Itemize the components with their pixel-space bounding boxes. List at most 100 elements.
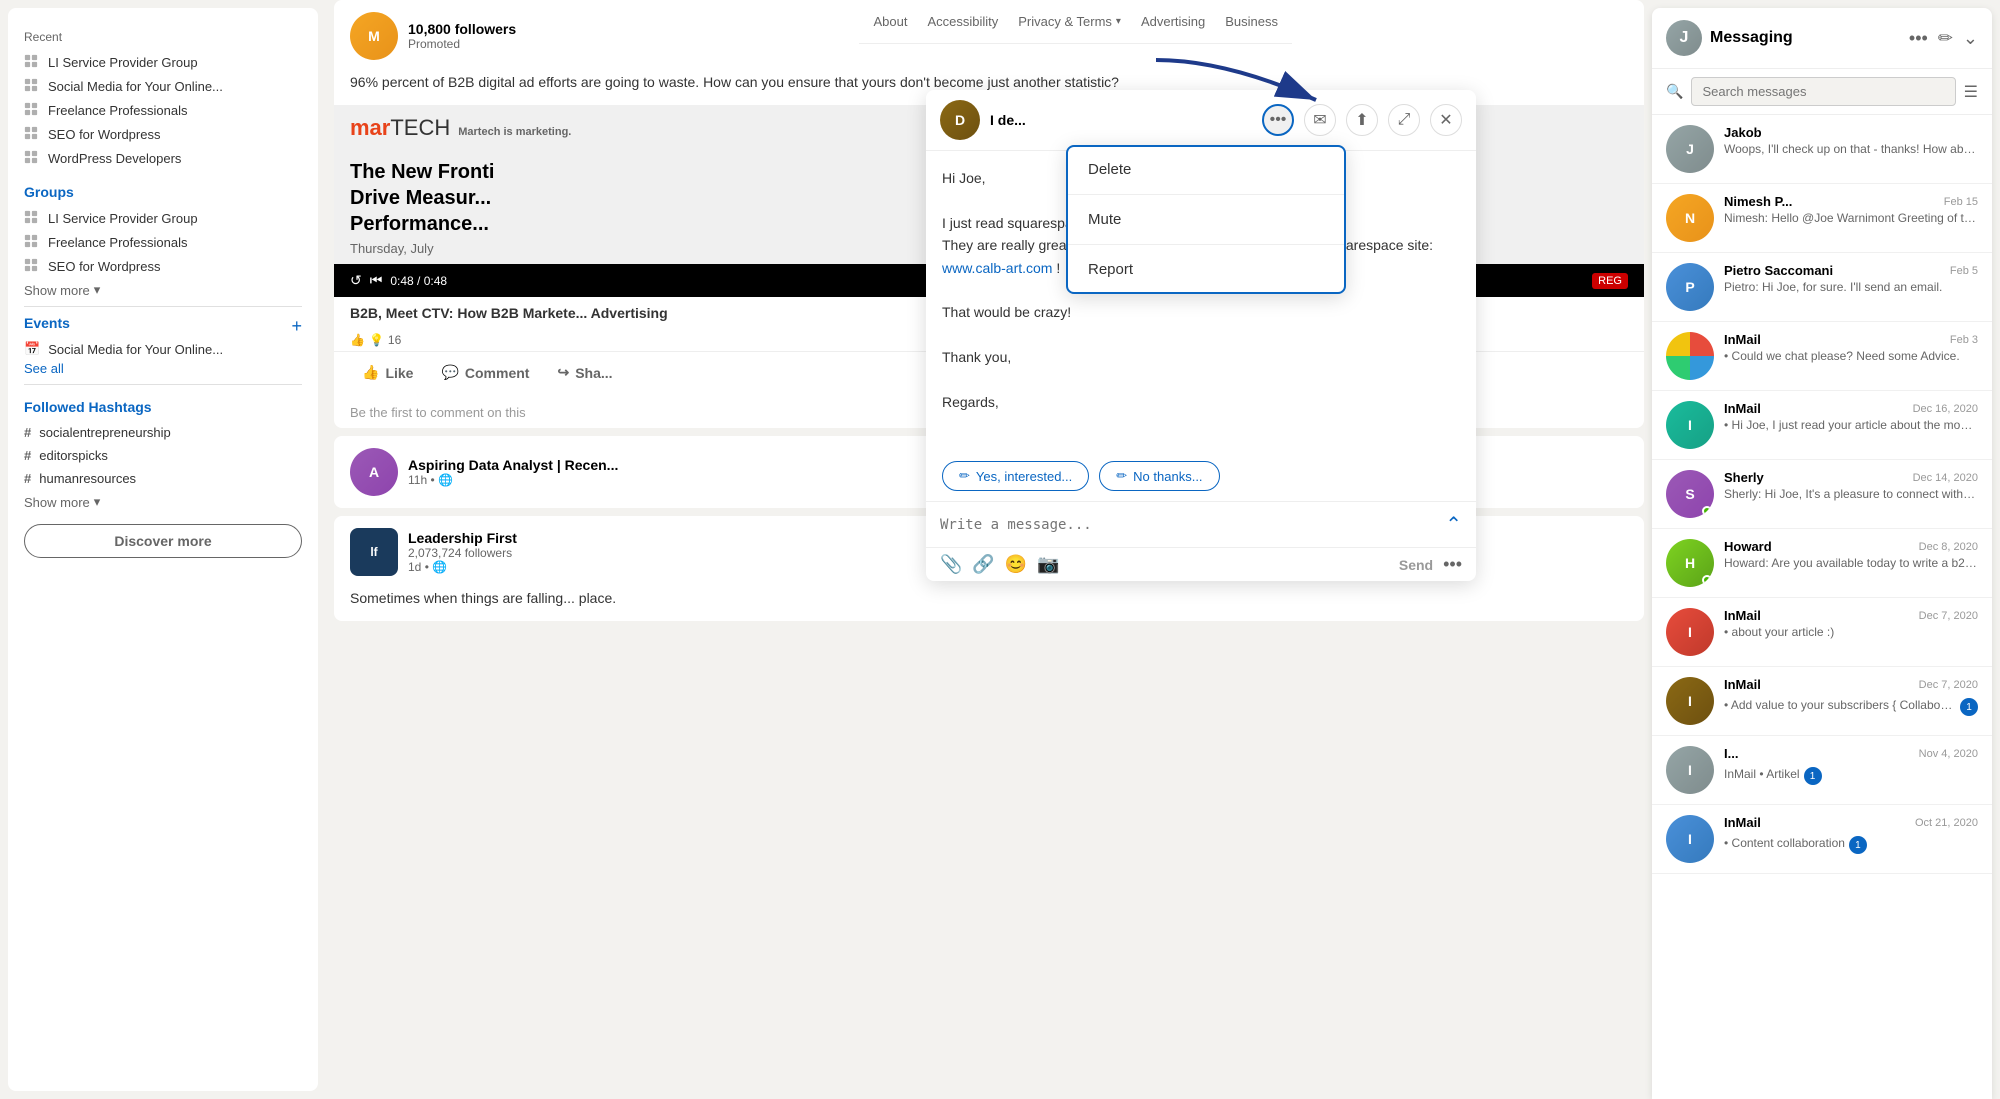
group-item-seo-wordpress-g[interactable]: SEO for Wordpress xyxy=(24,254,302,278)
edit-icon-yes: ✏ xyxy=(959,468,970,484)
groups-label[interactable]: Groups xyxy=(24,184,302,200)
comment-button[interactable]: 💬 Comment xyxy=(429,356,541,389)
recent-item-li-service-provider[interactable]: LI Service Provider Group xyxy=(24,50,302,74)
report-menu-item[interactable]: Report xyxy=(1068,247,1344,292)
message-list-item-inmail-oct21[interactable]: I InMail Oct 21, 2020 • Content collabor… xyxy=(1652,805,1992,874)
event-item-social-media-event[interactable]: 📅Social Media for Your Online... xyxy=(24,337,302,361)
recent-item-seo-wordpress[interactable]: SEO for Wordpress xyxy=(24,122,302,146)
recent-item-freelance-professionals[interactable]: Freelance Professionals xyxy=(24,98,302,122)
msg-preview-sherly: Sherly: Hi Joe, It's a pleasure to conne… xyxy=(1724,487,1978,501)
msg-date-sherly: Dec 14, 2020 xyxy=(1913,472,1978,484)
message-link[interactable]: www.calb-art.com xyxy=(942,260,1052,276)
messaging-more-icon[interactable]: ••• xyxy=(1909,28,1928,49)
prev-icon[interactable]: ⏮ xyxy=(370,272,383,289)
discover-more-button[interactable]: Discover more xyxy=(24,524,302,558)
msg-name-row-pietro: Pietro Saccomani Feb 5 xyxy=(1724,263,1978,278)
msg-content-howard: Howard Dec 8, 2020 Howard: Are you avail… xyxy=(1724,539,1978,587)
mute-menu-item[interactable]: Mute xyxy=(1068,197,1344,242)
comment-icon: 💬 xyxy=(441,364,458,381)
no-thanks-button[interactable]: ✏ No thanks... xyxy=(1099,461,1219,491)
msg-name-row-howard: Howard Dec 8, 2020 xyxy=(1724,539,1978,554)
expand-input-icon[interactable]: ⌃ xyxy=(1445,512,1462,537)
privacy-dropdown-arrow: ▾ xyxy=(1116,16,1121,27)
message-list-item-inmail-dec7-1[interactable]: I InMail Dec 7, 2020 • about your articl… xyxy=(1652,598,1992,667)
hashtag-item-socialentrepreneurship[interactable]: #socialentrepreneurship xyxy=(24,421,302,444)
hashtag-items: #socialentrepreneurship#editorspicks#hum… xyxy=(24,421,302,490)
expand-icon-button[interactable]: ⤢ xyxy=(1388,104,1420,136)
message-list-item-jakob[interactable]: J Jakob Woops, I'll check up on that - t… xyxy=(1652,115,1992,184)
msg-name-inmail-dec7-2: InMail xyxy=(1724,677,1761,692)
message-footer: 📎 🔗 😊 📷 Send ••• xyxy=(926,547,1476,581)
events-label[interactable]: Events xyxy=(24,315,70,331)
hashtag-item-humanresources[interactable]: #humanresources xyxy=(24,467,302,490)
event-items: 📅Social Media for Your Online... xyxy=(24,337,302,361)
filter-icon[interactable]: ☰ xyxy=(1964,82,1978,102)
like-button[interactable]: 👍 Like xyxy=(350,356,425,389)
online-indicator xyxy=(1702,506,1712,516)
attachment-icon[interactable]: 📎 xyxy=(940,554,962,575)
show-more-hashtags[interactable]: Show more ▾ xyxy=(24,494,302,510)
message-list-item-inmail-dec16[interactable]: I InMail Dec 16, 2020 • Hi Joe, I just r… xyxy=(1652,391,1992,460)
accessibility-link[interactable]: Accessibility xyxy=(927,14,998,29)
video-icon[interactable]: 📷 xyxy=(1037,554,1059,575)
msg-preview-pietro: Pietro: Hi Joe, for sure. I'll send an e… xyxy=(1724,280,1942,294)
msg-content-inmail-dec16: InMail Dec 16, 2020 • Hi Joe, I just rea… xyxy=(1724,401,1978,449)
refresh-icon[interactable]: ↺ xyxy=(350,272,362,289)
advertising-link[interactable]: Advertising xyxy=(1141,14,1205,29)
hashtag-icon: # xyxy=(24,448,31,463)
group-item-li-service-provider-g[interactable]: LI Service Provider Group xyxy=(24,206,302,230)
yes-interested-button[interactable]: ✏ Yes, interested... xyxy=(942,461,1089,491)
business-link[interactable]: Business xyxy=(1225,14,1278,29)
privacy-terms-dropdown[interactable]: Privacy & Terms ▾ xyxy=(1018,14,1121,29)
recent-item-social-media[interactable]: Social Media for Your Online... xyxy=(24,74,302,98)
send-button[interactable]: Send xyxy=(1399,557,1433,573)
msg-content-inmail-oct21: InMail Oct 21, 2020 • Content collaborat… xyxy=(1724,815,1978,863)
message-list-item-howard[interactable]: H Howard Dec 8, 2020 Howard: Are you ava… xyxy=(1652,529,1992,598)
msg-name-pietro: Pietro Saccomani xyxy=(1724,263,1833,278)
search-input[interactable] xyxy=(1691,77,1955,106)
link-icon[interactable]: 🔗 xyxy=(972,554,994,575)
msg-date-inmail-feb3: Feb 3 xyxy=(1950,334,1978,346)
msg-name-row-inmail-nov4: I... Nov 4, 2020 xyxy=(1724,746,1978,761)
share-icon: ↪ xyxy=(557,364,569,381)
msg-content-jakob: Jakob Woops, I'll check up on that - tha… xyxy=(1724,125,1978,173)
group-items: LI Service Provider GroupFreelance Profe… xyxy=(24,206,302,278)
message-list-item-sherly[interactable]: S Sherly Dec 14, 2020 Sherly: Hi Joe, It… xyxy=(1652,460,1992,529)
msg-avatar-inmail-nov4: I xyxy=(1666,746,1714,794)
grid-icon xyxy=(24,54,40,70)
minimize-icon[interactable]: ⌄ xyxy=(1963,28,1978,49)
msg-name-row-inmail-dec16: InMail Dec 16, 2020 xyxy=(1724,401,1978,416)
hashtag-item-editorspicks[interactable]: #editorspicks xyxy=(24,444,302,467)
delete-menu-item[interactable]: Delete xyxy=(1068,147,1344,192)
see-all-events[interactable]: See all xyxy=(24,361,302,376)
left-sidebar: Recent LI Service Provider GroupSocial M… xyxy=(8,8,318,1091)
compose-icon[interactable]: ✏ xyxy=(1938,28,1953,49)
msg-name-jakob: Jakob xyxy=(1724,125,1762,140)
message-list-item-nimesh[interactable]: N Nimesh P... Feb 15 Nimesh: Hello @Joe … xyxy=(1652,184,1992,253)
message-list-item-inmail-feb3[interactable]: InMail Feb 3 • Could we chat please? Nee… xyxy=(1652,322,1992,391)
msg-date-inmail-nov4: Nov 4, 2020 xyxy=(1919,748,1978,760)
export-icon-button[interactable]: ⬆ xyxy=(1346,104,1378,136)
msg-avatar-inmail-dec7-1: I xyxy=(1666,608,1714,656)
context-menu-divider-1 xyxy=(1068,194,1344,195)
close-icon-button[interactable]: ✕ xyxy=(1430,104,1462,136)
msg-preview-inmail-feb3: • Could we chat please? Need some Advice… xyxy=(1724,349,1960,363)
group-item-freelance-professionals-g[interactable]: Freelance Professionals xyxy=(24,230,302,254)
recent-item-wordpress-developers[interactable]: WordPress Developers xyxy=(24,146,302,170)
feed-card-3-text: Sometimes when things are falling... pla… xyxy=(350,588,1628,609)
message-list-item-pietro[interactable]: P Pietro Saccomani Feb 5 Pietro: Hi Joe,… xyxy=(1652,253,1992,322)
message-list-item-inmail-nov4[interactable]: I I... Nov 4, 2020 InMail • Artikel 1 xyxy=(1652,736,1992,805)
footer-more-icon[interactable]: ••• xyxy=(1443,554,1462,575)
insightful-icon: 💡 xyxy=(369,333,384,347)
share-button[interactable]: ↪ Sha... xyxy=(545,356,624,389)
message-input[interactable] xyxy=(940,517,1437,533)
about-link[interactable]: About xyxy=(873,14,907,29)
show-more-groups[interactable]: Show more ▾ xyxy=(24,282,302,298)
msg-preview-inmail-dec7-1: • about your article :) xyxy=(1724,625,1834,639)
hashtags-label[interactable]: Followed Hashtags xyxy=(24,399,302,415)
message-list-item-inmail-dec7-2[interactable]: I InMail Dec 7, 2020 • Add value to your… xyxy=(1652,667,1992,736)
msg-content-inmail-dec7-2: InMail Dec 7, 2020 • Add value to your s… xyxy=(1724,677,1978,725)
emoji-icon[interactable]: 😊 xyxy=(1005,554,1027,575)
add-event-button[interactable]: + xyxy=(291,316,302,337)
search-icon: 🔍 xyxy=(1666,83,1683,100)
